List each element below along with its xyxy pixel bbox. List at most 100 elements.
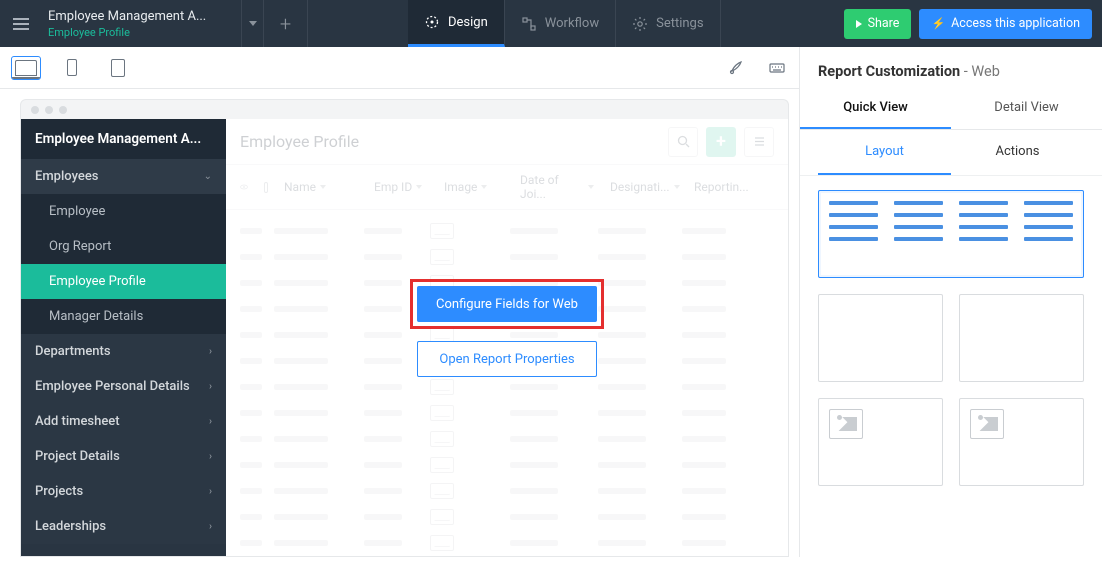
main: Employee Management A... Employees⌄ Empl…: [0, 47, 1102, 557]
nav-tabs: Design Workflow Settings: [408, 0, 721, 47]
placeholder-row: [240, 530, 774, 556]
layout-option-image-left-alt[interactable]: [959, 398, 1084, 486]
workflow-icon: [521, 16, 537, 32]
sidebar-item-leaderships[interactable]: Leaderships›: [21, 509, 226, 544]
window-dot: [45, 106, 53, 114]
placeholder-row: [240, 478, 774, 504]
sub-tab-layout-label: Layout: [865, 144, 904, 159]
sort-icon: [674, 185, 680, 189]
sort-icon: [481, 185, 487, 189]
panel-title-main: Report Customization: [818, 63, 960, 80]
sidebar-item-manager-details[interactable]: Manager Details: [21, 299, 226, 334]
tab-design-label: Design: [448, 15, 488, 30]
column-name: Name: [284, 180, 316, 194]
laptop-icon: [15, 60, 37, 76]
sidebar-item-add-timesheet[interactable]: Add timesheet ›: [21, 404, 226, 439]
tab-quick-view[interactable]: Quick View: [800, 88, 951, 129]
bolt-icon: [931, 16, 945, 31]
column-reporting: Reportin...: [694, 180, 749, 194]
hamburger-menu-button[interactable]: [0, 0, 42, 47]
configure-fields-button[interactable]: Configure Fields for Web: [417, 286, 597, 322]
access-app-button[interactable]: Access this application: [919, 9, 1092, 39]
search-icon: [668, 127, 698, 157]
sidebar-app-name: Employee Management A...: [21, 119, 226, 159]
tab-detail-view[interactable]: Detail View: [951, 88, 1102, 129]
chevron-right-icon: ›: [209, 381, 212, 392]
left-pane: Employee Management A... Employees⌄ Empl…: [0, 47, 799, 557]
chevron-right-icon: ›: [209, 521, 212, 532]
tab-settings[interactable]: Settings: [616, 0, 720, 47]
device-phone-button[interactable]: [58, 57, 86, 79]
phone-icon: [67, 59, 77, 76]
placeholder-row: [240, 504, 774, 530]
placeholder-row: [240, 244, 774, 270]
sidebar-item-employee[interactable]: Employee: [21, 194, 226, 229]
new-app-button[interactable]: +: [264, 0, 308, 47]
tab-settings-label: Settings: [656, 16, 703, 31]
tab-detail-view-label: Detail View: [994, 100, 1058, 115]
sidebar-item-employees[interactable]: Employees⌄: [21, 159, 226, 194]
device-desktop-button[interactable]: [12, 57, 40, 79]
sub-tab-actions[interactable]: Actions: [951, 130, 1084, 175]
share-button[interactable]: Share: [844, 9, 912, 39]
device-tablet-button[interactable]: [104, 57, 132, 79]
tab-design[interactable]: Design: [408, 0, 505, 47]
sidebar-item-employee-profile[interactable]: Employee Profile: [21, 264, 226, 299]
sidebar-item-label: Employee: [49, 204, 105, 219]
app-title-block[interactable]: Employee Management A... Employee Profil…: [42, 0, 242, 47]
keyboard-tool-button[interactable]: [767, 58, 787, 78]
access-label: Access this application: [951, 16, 1080, 31]
paint-tool-button[interactable]: [727, 58, 747, 78]
tab-workflow-label: Workflow: [545, 16, 599, 31]
configure-fields-label: Configure Fields for Web: [436, 297, 578, 312]
sidebar-item-label: Departments: [35, 344, 111, 359]
canvas: Employee Management A... Employees⌄ Empl…: [20, 99, 789, 557]
layout-option-summary-alt[interactable]: [959, 294, 1084, 382]
layout-option-table[interactable]: [818, 190, 1084, 278]
layout-option-summary[interactable]: [818, 294, 943, 382]
overlay-actions: Configure Fields for Web Open Report Pro…: [410, 279, 604, 377]
chevron-right-icon: ›: [209, 416, 212, 427]
panel-title-suffix: - Web: [960, 63, 1000, 80]
hamburger-icon: [13, 23, 29, 25]
sidebar-item-label: Manager Details: [49, 309, 143, 324]
chevron-down-icon: [249, 21, 257, 26]
open-report-properties-button[interactable]: Open Report Properties: [417, 341, 597, 377]
design-icon: [424, 14, 440, 30]
tab-quick-view-label: Quick View: [843, 100, 908, 115]
sidebar-item-label: Add timesheet: [35, 414, 120, 429]
column-designation: Designati...: [610, 180, 670, 194]
placeholder-row: [240, 452, 774, 478]
checkbox-icon: [264, 182, 268, 193]
column-emp-id: Emp ID: [374, 180, 412, 194]
sidebar-item-departments[interactable]: Departments›: [21, 334, 226, 369]
right-panel: Report Customization - Web Quick View De…: [799, 47, 1102, 557]
report-title: Employee Profile: [240, 132, 668, 151]
chevron-right-icon: ›: [209, 486, 212, 497]
open-report-properties-label: Open Report Properties: [439, 352, 574, 367]
column-date: Date of Joi...: [520, 173, 584, 201]
sort-icon: [320, 185, 326, 189]
gear-icon: [632, 16, 648, 32]
sidebar-item-label: Projects: [35, 484, 83, 499]
sidebar-item-projects[interactable]: Projects ›: [21, 474, 226, 509]
sidebar-item-project-details[interactable]: Project Details›: [21, 439, 226, 474]
tab-workflow[interactable]: Workflow: [505, 0, 616, 47]
sub-tab-actions-label: Actions: [995, 144, 1039, 159]
sidebar-item-label: Project Details: [35, 449, 120, 464]
window-chrome: [20, 99, 789, 119]
top-header: Employee Management A... Employee Profil…: [0, 0, 1102, 47]
sidebar-item-employee-personal-details[interactable]: Employee Personal Details ›: [21, 369, 226, 404]
sidebar-item-label: Employee Personal Details: [35, 379, 190, 394]
eye-icon: [240, 180, 248, 194]
app-switch-dropdown[interactable]: [242, 0, 264, 47]
add-record-icon: +: [706, 127, 736, 157]
layout-option-image-left[interactable]: [818, 398, 943, 486]
menu-icon: [744, 127, 774, 157]
sidebar-item-label: Employee Profile: [49, 274, 146, 289]
highlight-frame: Configure Fields for Web: [410, 279, 604, 329]
app-subtitle: Employee Profile: [48, 26, 235, 39]
app-title: Employee Management A...: [48, 9, 235, 24]
sub-tab-layout[interactable]: Layout: [818, 130, 951, 175]
sidebar-item-org-report[interactable]: Org Report: [21, 229, 226, 264]
